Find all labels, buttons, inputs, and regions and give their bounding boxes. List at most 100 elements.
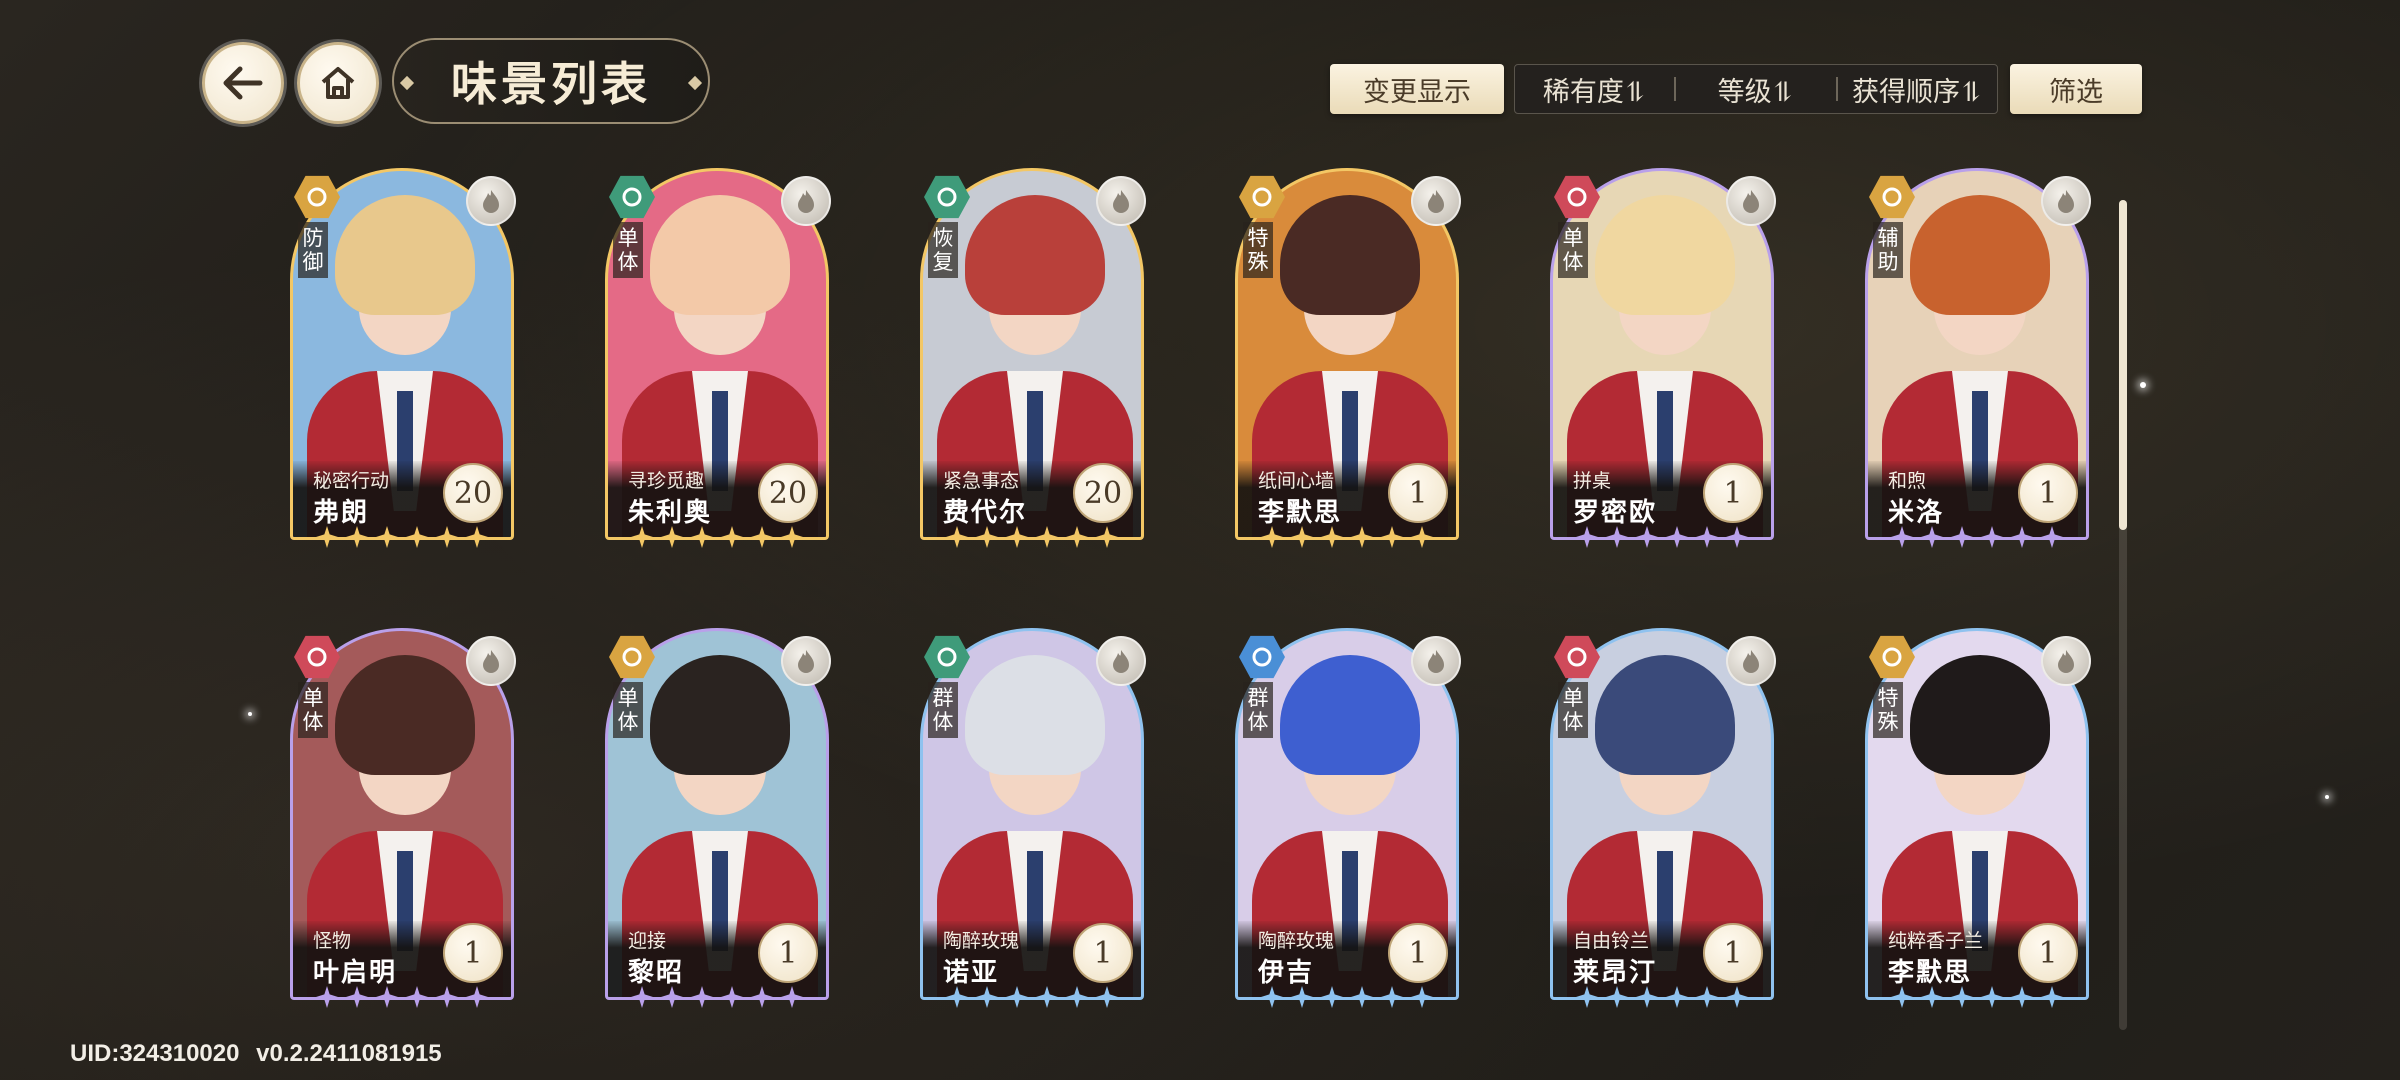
flame-icon bbox=[1096, 636, 1146, 686]
star-icon bbox=[976, 526, 998, 548]
card-subtitle: 和煦 bbox=[1888, 470, 1927, 492]
star-icon bbox=[466, 986, 488, 1008]
card-subtitle: 陶醉玫瑰 bbox=[943, 930, 1020, 952]
character-card[interactable]: 紧急事态 费代尔 20 恢复 bbox=[920, 168, 1146, 558]
role-label: 群体 bbox=[1243, 682, 1273, 738]
star-icon bbox=[1006, 526, 1028, 548]
star-icon bbox=[346, 986, 368, 1008]
role-label: 单体 bbox=[613, 222, 643, 278]
flame-icon bbox=[466, 176, 516, 226]
star-icon bbox=[316, 986, 338, 1008]
change-display-button[interactable]: 变更显示 bbox=[1330, 64, 1504, 114]
star-icon bbox=[1006, 986, 1028, 1008]
star-icon bbox=[406, 986, 428, 1008]
star-icon bbox=[1666, 526, 1688, 548]
level-badge: 20 bbox=[758, 463, 818, 523]
role-label: 群体 bbox=[928, 682, 958, 738]
star-icon bbox=[1726, 526, 1748, 548]
role-label: 单体 bbox=[613, 682, 643, 738]
scrollbar[interactable] bbox=[2119, 200, 2127, 1030]
card-subtitle: 寻珍觅趣 bbox=[628, 470, 705, 492]
character-card[interactable]: 陶醉玫瑰 伊吉 1 群体 bbox=[1235, 628, 1461, 1018]
star-icon bbox=[1291, 986, 1313, 1008]
flame-icon bbox=[466, 636, 516, 686]
card-subtitle: 怪物 bbox=[313, 930, 352, 952]
star-icon bbox=[1951, 526, 1973, 548]
star-icon bbox=[721, 986, 743, 1008]
scroll-thumb[interactable] bbox=[2119, 200, 2127, 530]
character-name: 诺亚 bbox=[943, 958, 1000, 988]
star-icon bbox=[1036, 526, 1058, 548]
rarity-stars bbox=[1865, 986, 2089, 1018]
flame-icon bbox=[1726, 636, 1776, 686]
star-icon bbox=[1606, 526, 1628, 548]
character-card[interactable]: 和煦 米洛 1 辅助 bbox=[1865, 168, 2091, 558]
page-title: 味景列表 bbox=[392, 38, 710, 124]
star-icon bbox=[1066, 526, 1088, 548]
card-subtitle: 紧急事态 bbox=[943, 470, 1020, 492]
star-icon bbox=[751, 526, 773, 548]
character-name: 米洛 bbox=[1888, 498, 1945, 528]
rarity-stars bbox=[1865, 526, 2089, 558]
rarity-stars bbox=[1235, 986, 1459, 1018]
character-card[interactable]: 纸间心墙 李默思 1 特殊 bbox=[1235, 168, 1461, 558]
star-icon bbox=[781, 526, 803, 548]
uid-text: UID:324310020 bbox=[70, 1040, 240, 1067]
star-icon bbox=[946, 986, 968, 1008]
star-icon bbox=[1381, 986, 1403, 1008]
star-icon bbox=[1951, 986, 1973, 1008]
sort-bar: 稀有度⥮ 等级⥮ 获得顺序⥮ bbox=[1514, 64, 1998, 114]
character-card[interactable]: 自由铃兰 莱昂汀 1 单体 bbox=[1550, 628, 1776, 1018]
level-badge: 1 bbox=[758, 923, 818, 983]
star-icon bbox=[1411, 526, 1433, 548]
character-name: 费代尔 bbox=[943, 498, 1028, 528]
character-name: 李默思 bbox=[1258, 498, 1343, 528]
role-label: 单体 bbox=[298, 682, 328, 738]
sort-rarity-button[interactable]: 稀有度⥮ bbox=[1515, 70, 1674, 109]
star-icon bbox=[1696, 526, 1718, 548]
star-icon bbox=[376, 986, 398, 1008]
rarity-stars bbox=[605, 986, 829, 1018]
sparkle-decoration bbox=[2140, 382, 2146, 388]
star-icon bbox=[2011, 526, 2033, 548]
card-subtitle: 拼桌 bbox=[1573, 470, 1612, 492]
level-badge: 1 bbox=[1703, 923, 1763, 983]
character-card[interactable]: 迎接 黎昭 1 单体 bbox=[605, 628, 831, 1018]
star-icon bbox=[1981, 986, 2003, 1008]
card-subtitle: 纯粹香子兰 bbox=[1888, 930, 1984, 952]
star-icon bbox=[691, 526, 713, 548]
character-card[interactable]: 怪物 叶启明 1 单体 bbox=[290, 628, 516, 1018]
character-card[interactable]: 拼桌 罗密欧 1 单体 bbox=[1550, 168, 1776, 558]
flame-icon bbox=[2041, 636, 2091, 686]
character-name: 朱利奥 bbox=[628, 498, 713, 528]
star-icon bbox=[781, 986, 803, 1008]
character-card[interactable]: 纯粹香子兰 李默思 1 特殊 bbox=[1865, 628, 2091, 1018]
sort-level-button[interactable]: 等级⥮ bbox=[1676, 70, 1835, 109]
level-badge: 1 bbox=[2018, 463, 2078, 523]
sort-acquire-order-button[interactable]: 获得顺序⥮ bbox=[1838, 70, 1997, 109]
star-icon bbox=[631, 986, 653, 1008]
star-icon bbox=[1666, 986, 1688, 1008]
role-label: 单体 bbox=[1558, 222, 1588, 278]
rarity-stars bbox=[290, 526, 514, 558]
level-badge: 1 bbox=[443, 923, 503, 983]
back-button[interactable] bbox=[202, 42, 284, 124]
character-card[interactable]: 秘密行动 弗朗 20 防御 bbox=[290, 168, 516, 558]
star-icon bbox=[1066, 986, 1088, 1008]
star-icon bbox=[1351, 986, 1373, 1008]
flame-icon bbox=[1411, 176, 1461, 226]
character-card[interactable]: 陶醉玫瑰 诺亚 1 群体 bbox=[920, 628, 1146, 1018]
star-icon bbox=[1891, 526, 1913, 548]
level-badge: 20 bbox=[1073, 463, 1133, 523]
portrait-hair bbox=[965, 195, 1105, 315]
home-button[interactable] bbox=[297, 42, 379, 124]
role-label: 特殊 bbox=[1873, 682, 1903, 738]
portrait-hair bbox=[335, 655, 475, 775]
character-card[interactable]: 寻珍觅趣 朱利奥 20 单体 bbox=[605, 168, 831, 558]
filter-button[interactable]: 筛选 bbox=[2010, 64, 2142, 114]
star-icon bbox=[1261, 986, 1283, 1008]
level-badge: 1 bbox=[1388, 923, 1448, 983]
card-subtitle: 陶醉玫瑰 bbox=[1258, 930, 1335, 952]
portrait-hair bbox=[650, 195, 790, 315]
portrait-hair bbox=[650, 655, 790, 775]
